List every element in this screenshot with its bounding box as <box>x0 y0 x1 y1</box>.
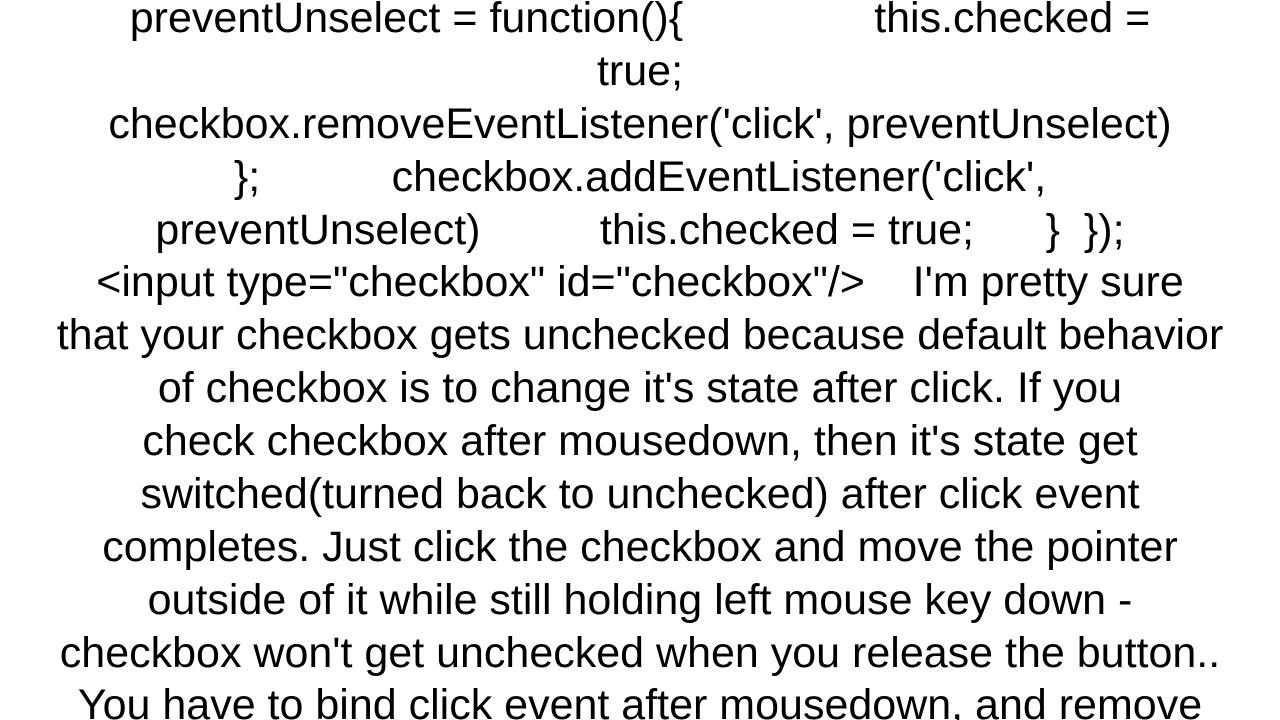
document-viewport: preventUnselect = function(){ this.check… <box>0 0 1280 720</box>
document-text: preventUnselect = function(){ this.check… <box>0 0 1280 720</box>
